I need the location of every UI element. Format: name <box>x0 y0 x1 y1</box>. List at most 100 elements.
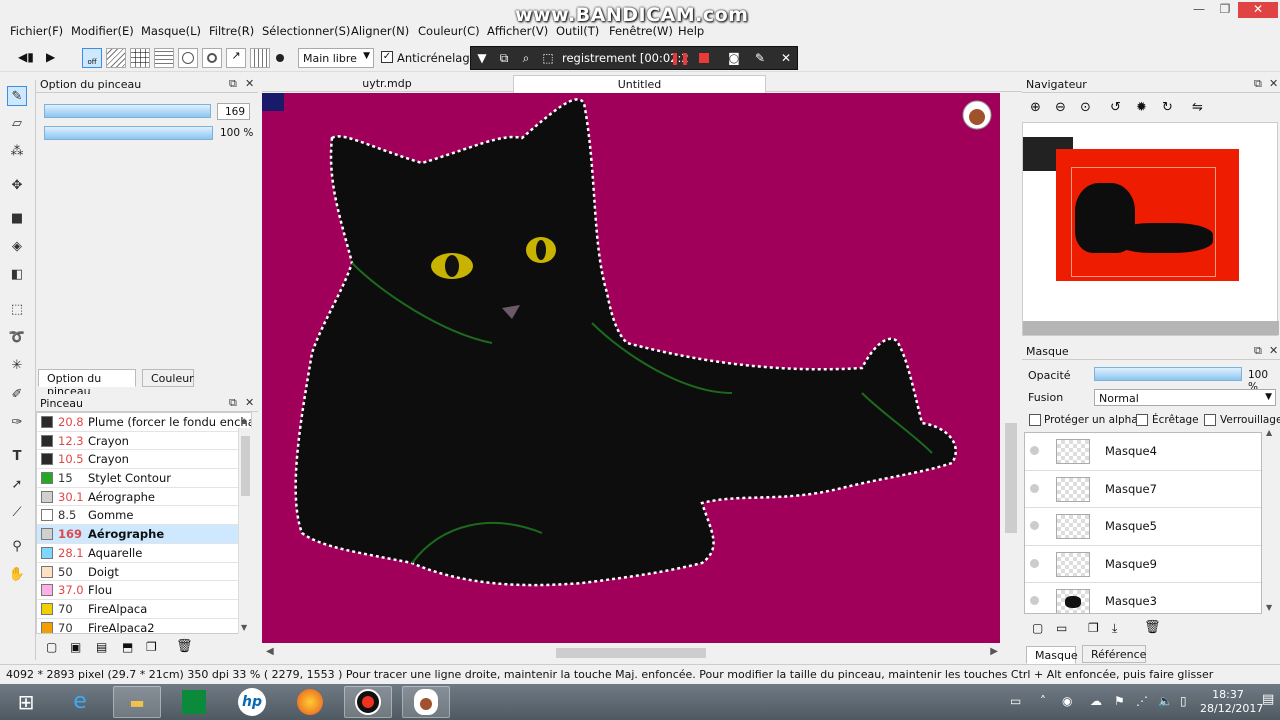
tab-uytr[interactable]: uytr.mdp <box>262 75 512 93</box>
brush-item[interactable]: 10.5 Crayon <box>37 450 251 470</box>
tray-chevron-icon[interactable]: ˄ <box>1040 694 1046 708</box>
rec-window-icon[interactable]: ⧉ <box>496 50 512 66</box>
menu-modifier[interactable]: Modifier(E) <box>71 24 134 38</box>
select-eraser-tool-icon[interactable]: ✑ <box>7 413 27 433</box>
tray-app-icon[interactable]: ◉ <box>1062 694 1072 708</box>
duplicate-layer-icon[interactable]: ❐ <box>1088 621 1099 635</box>
panel-close-icon[interactable]: ✕ <box>245 77 254 90</box>
tab-untitled[interactable]: Untitled <box>513 75 766 93</box>
tab-color[interactable]: Couleur <box>142 369 194 387</box>
snap-lines-icon[interactable] <box>154 48 174 68</box>
brush-item[interactable]: 8.5 Gomme <box>37 506 251 526</box>
lock-checkbox[interactable] <box>1204 414 1216 426</box>
zoom-out-icon[interactable]: ⊖ <box>1055 100 1066 115</box>
delete-brush-icon[interactable]: 🗑 <box>176 639 193 654</box>
menu-couleur[interactable]: Couleur(C) <box>418 24 480 38</box>
explorer-icon[interactable]: ▬ <box>113 686 161 718</box>
panel-float-icon[interactable]: ⧉ <box>229 77 237 91</box>
dot-tool-icon[interactable]: ⁂ <box>7 142 27 162</box>
snap-curve-icon[interactable]: ↗ <box>226 48 246 68</box>
brush-item[interactable]: 169Aérographe✹ <box>37 525 251 544</box>
store-icon[interactable] <box>170 686 218 718</box>
import-brush-icon[interactable]: ⬒ <box>122 640 133 654</box>
brush-opacity-slider[interactable] <box>44 126 213 140</box>
antialias-checkbox[interactable]: ✓ <box>381 51 393 63</box>
clock[interactable]: 18:37 28/12/2017 <box>1200 688 1263 716</box>
tab-reference[interactable]: Référence <box>1082 645 1146 663</box>
tray-network-icon[interactable]: ▭ <box>1010 694 1021 708</box>
zoom-fit-icon[interactable]: ⊙ <box>1080 100 1091 115</box>
operation-tool-icon[interactable]: ➚ <box>7 475 27 495</box>
layer-visibility-icon[interactable] <box>1030 483 1039 493</box>
move-tool-icon[interactable]: ✥ <box>7 176 27 196</box>
zoom-in-icon[interactable]: ⊕ <box>1030 100 1041 115</box>
start-button-icon[interactable]: ⊞ <box>2 686 50 718</box>
snap-circle-icon[interactable] <box>202 48 222 68</box>
menu-aligner[interactable]: Aligner(N) <box>351 24 409 38</box>
prev-icon[interactable]: ◀▮ <box>18 50 34 64</box>
ie-icon[interactable]: e <box>56 686 104 718</box>
firefox-icon[interactable] <box>286 686 334 718</box>
brush-item[interactable]: 28.1 Aquarelle <box>37 544 251 563</box>
menu-fenetre[interactable]: Fenêtre(W) <box>609 24 673 38</box>
brush-item[interactable]: 30.1 Aérographe <box>37 488 251 507</box>
drawing-canvas[interactable] <box>262 93 1000 643</box>
tab-layers[interactable]: Masque <box>1026 646 1078 664</box>
eyedropper-tool-icon[interactable]: ⚲ <box>7 537 27 557</box>
tray-volume-icon[interactable]: 🔈 <box>1158 694 1173 708</box>
panel-float-icon[interactable]: ⧉ <box>1254 77 1262 91</box>
layer-visibility-icon[interactable] <box>1030 521 1039 530</box>
bandicam-icon[interactable] <box>344 686 392 718</box>
add-brush-icon[interactable]: ▢ <box>46 640 57 654</box>
bucket-tool-icon[interactable]: ◈ <box>7 237 27 257</box>
rotate-left-icon[interactable]: ↺ <box>1110 100 1121 115</box>
snap-perspective-icon[interactable] <box>250 48 270 68</box>
layer-row[interactable]: Masque9 <box>1025 546 1261 583</box>
layer-visibility-icon[interactable] <box>1030 596 1039 605</box>
edit-brush-icon[interactable]: ▣ <box>70 640 81 654</box>
layer-row[interactable]: Masque4 <box>1025 433 1261 471</box>
snap-parallel-icon[interactable] <box>106 48 126 68</box>
layer-blend-select[interactable]: Normal ▼ <box>1094 389 1276 406</box>
tray-battery-icon[interactable]: ▯ <box>1180 694 1187 708</box>
text-tool-icon[interactable]: T <box>7 447 27 467</box>
panel-close-icon[interactable]: ✕ <box>1269 77 1278 90</box>
brush-item[interactable]: 70 FireAlpaca2 <box>37 619 251 633</box>
brush-size-slider[interactable] <box>44 104 211 118</box>
tray-wifi-icon[interactable]: ⋰ <box>1136 694 1148 708</box>
rec-pencil-icon[interactable]: ✎ <box>752 50 768 66</box>
close-button[interactable]: ✕ <box>1238 2 1278 18</box>
navigator-preview[interactable] <box>1022 122 1279 336</box>
lasso-tool-icon[interactable]: ➰ <box>7 328 27 348</box>
hand-tool-icon[interactable]: ✋ <box>7 565 27 585</box>
hp-icon[interactable]: hp <box>228 686 276 718</box>
gradient-tool-icon[interactable]: ◧ <box>7 265 27 285</box>
menu-filtre[interactable]: Filtre(R) <box>209 24 254 38</box>
snap-off-icon[interactable]: off <box>82 48 102 68</box>
brush-settings-icon[interactable]: ▤ <box>96 640 107 654</box>
rec-pause-icon[interactable]: ❚❚ <box>670 50 690 66</box>
rec-close-icon[interactable]: ✕ <box>778 50 794 66</box>
menu-help[interactable]: Help <box>678 24 704 38</box>
layer-row[interactable]: Masque7 <box>1025 471 1261 508</box>
tray-cloud-icon[interactable]: ☁ <box>1090 694 1102 708</box>
maximize-button[interactable]: ❐ <box>1214 2 1236 18</box>
select-tool-icon[interactable]: ⬚ <box>7 300 27 320</box>
next-icon[interactable]: ▶ <box>46 50 55 64</box>
flip-icon[interactable]: ⇋ <box>1192 100 1203 115</box>
merge-layer-icon[interactable]: ⤓ <box>1112 621 1117 636</box>
rec-search-icon[interactable]: ⌕ <box>518 50 534 66</box>
notification-icon[interactable]: ▤ <box>1262 692 1274 707</box>
minimize-button[interactable]: — <box>1188 2 1210 18</box>
rec-area-icon[interactable]: ⬚ <box>540 50 556 66</box>
rotate-right-icon[interactable]: ↻ <box>1162 100 1173 115</box>
protect-alpha-checkbox[interactable] <box>1029 414 1041 426</box>
menu-selectionner[interactable]: Sélectionner(S) <box>262 24 350 38</box>
layer-row[interactable]: Masque5 <box>1025 508 1261 546</box>
brush-size-value[interactable]: 169 <box>217 103 250 120</box>
rec-camera-icon[interactable]: ◙ <box>726 50 742 66</box>
brush-item[interactable]: 12.3 Crayon <box>37 432 251 451</box>
layer-list-scrollbar[interactable]: ▲ ▼ <box>1264 428 1278 614</box>
brush-dot-icon[interactable] <box>276 54 284 62</box>
select-pen-tool-icon[interactable]: ✐ <box>7 385 27 405</box>
